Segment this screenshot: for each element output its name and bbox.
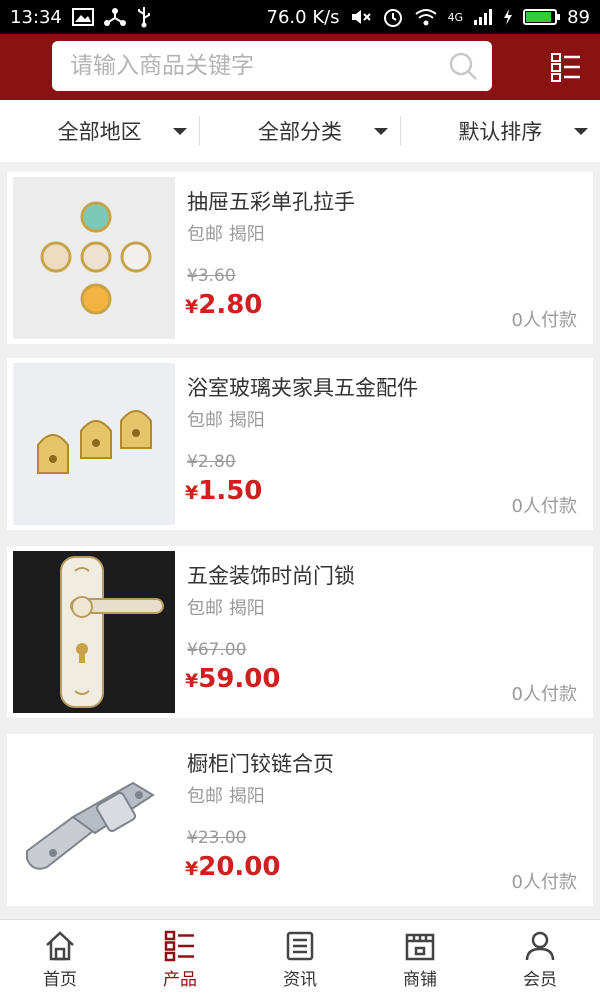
app-header: [0, 34, 600, 100]
nav-news[interactable]: 资讯: [240, 920, 360, 1001]
product-card[interactable]: 浴室玻璃夹家具五金配件 包邮 揭阳 ¥2.80 ¥1.50 0人付款: [7, 358, 593, 530]
product-title[interactable]: 橱柜门铰链合页: [187, 748, 334, 778]
filter-label: 全部地区: [57, 120, 142, 144]
status-bar: 13:34 76.0 K/s 4G 89: [0, 0, 600, 34]
status-time: 13:34: [10, 6, 62, 28]
mute-icon: [351, 10, 371, 24]
nav-label: 会员: [523, 970, 557, 990]
nav-label: 商铺: [403, 970, 437, 990]
filter-label: 默认排序: [458, 120, 543, 144]
product-location: 包邮 揭阳: [187, 224, 265, 245]
product-price: ¥1.50: [185, 476, 262, 506]
search-input[interactable]: [68, 52, 448, 80]
nav-label: 首页: [43, 970, 77, 990]
nav-label: 资讯: [283, 970, 317, 990]
bottom-nav: 首页 产品 资讯 商铺 会员: [0, 919, 600, 1001]
filter-region[interactable]: 全部地区: [0, 100, 199, 162]
currency-symbol: ¥: [185, 858, 199, 880]
nav-store[interactable]: 商铺: [360, 920, 480, 1001]
product-title[interactable]: 抽屉五彩单孔拉手: [187, 186, 355, 216]
home-icon: [46, 931, 74, 961]
product-paid-count: 0人付款: [511, 310, 577, 331]
product-paid-count: 0人付款: [511, 872, 577, 893]
product-old-price: ¥67.00: [187, 640, 247, 660]
product-old-price: ¥2.80: [187, 452, 236, 472]
network-type: 4G: [447, 10, 464, 24]
product-title[interactable]: 五金装饰时尚门锁: [187, 560, 355, 590]
product-image-hinge[interactable]: [13, 739, 175, 901]
charging-icon: [504, 9, 513, 25]
filter-sort[interactable]: 默认排序: [401, 100, 600, 162]
product-price: ¥2.80: [185, 290, 262, 320]
nav-products[interactable]: 产品: [120, 920, 240, 1001]
wifi-icon: [414, 9, 437, 26]
product-image-glass-clamps[interactable]: [13, 363, 175, 525]
product-card[interactable]: 抽屉五彩单孔拉手 包邮 揭阳 ¥3.60 ¥2.80 0人付款: [7, 172, 593, 344]
filter-bar: 全部地区 全部分类 默认排序: [0, 100, 600, 162]
product-paid-count: 0人付款: [511, 496, 577, 517]
product-card[interactable]: 五金装饰时尚门锁 包邮 揭阳 ¥67.00 ¥59.00 0人付款: [7, 546, 593, 718]
filter-label: 全部分类: [257, 120, 342, 144]
price-value: 59.00: [198, 664, 281, 694]
alarm-icon: [383, 9, 402, 27]
product-location: 包邮 揭阳: [187, 786, 265, 807]
product-price: ¥59.00: [185, 664, 280, 694]
product-list-icon: [164, 930, 194, 962]
product-old-price: ¥3.60: [187, 266, 236, 286]
product-location: 包邮 揭阳: [187, 410, 265, 431]
price-value: 2.80: [198, 290, 263, 320]
battery-icon: [523, 9, 561, 25]
currency-symbol: ¥: [185, 296, 199, 318]
price-value: 20.00: [198, 852, 281, 882]
search-box[interactable]: [52, 41, 492, 91]
store-icon: [405, 933, 435, 961]
network-speed: 76.0 K/s: [266, 6, 340, 28]
product-location: 包邮 揭阳: [187, 598, 265, 619]
product-price: ¥20.00: [185, 852, 280, 882]
product-paid-count: 0人付款: [511, 684, 577, 705]
search-icon[interactable]: [448, 51, 478, 81]
battery-level: 89: [567, 6, 590, 28]
filter-category[interactable]: 全部分类: [200, 100, 399, 162]
user-icon: [525, 931, 555, 961]
caret-down-icon: [573, 128, 588, 135]
image-icon: [71, 8, 94, 26]
product-image-knobs[interactable]: [13, 177, 175, 339]
product-card[interactable]: 橱柜门铰链合页 包邮 揭阳 ¥23.00 ¥20.00 0人付款: [7, 734, 593, 906]
nav-home[interactable]: 首页: [0, 920, 120, 1001]
product-title[interactable]: 浴室玻璃夹家具五金配件: [187, 372, 418, 402]
caret-down-icon: [373, 128, 388, 135]
usb-icon: [137, 7, 150, 28]
menu-list-icon[interactable]: [550, 51, 582, 83]
news-icon: [286, 931, 314, 961]
price-value: 1.50: [198, 476, 263, 506]
nav-label: 产品: [163, 970, 197, 990]
share-icon: [103, 8, 126, 26]
caret-down-icon: [173, 128, 188, 135]
currency-symbol: ¥: [185, 482, 199, 504]
product-old-price: ¥23.00: [187, 828, 247, 848]
signal-icon: [474, 9, 493, 25]
currency-symbol: ¥: [185, 670, 199, 692]
product-image-door-lock[interactable]: [13, 551, 175, 713]
nav-member[interactable]: 会员: [480, 920, 600, 1001]
